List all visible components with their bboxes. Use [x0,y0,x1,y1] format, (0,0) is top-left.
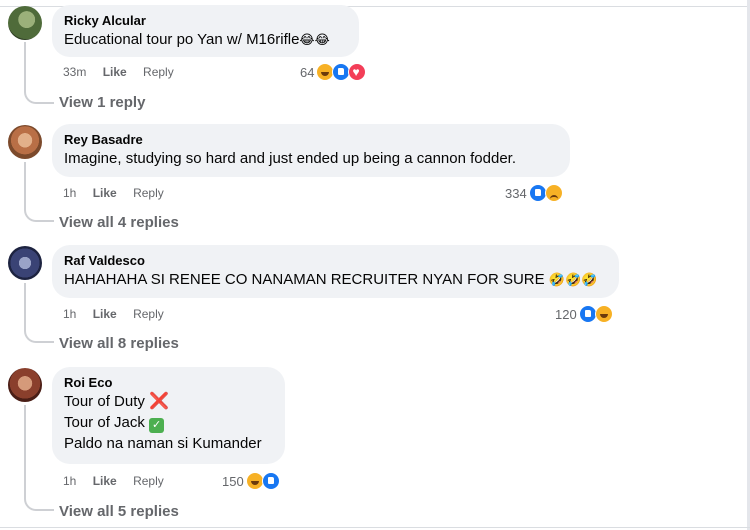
view-replies-link[interactable]: View all 4 replies [59,214,179,231]
reply-button[interactable]: Reply [133,474,164,488]
comment-text: Imagine, studying so hard and just ended… [64,150,516,167]
like-button[interactable]: Like [103,65,127,79]
reply-button[interactable]: Reply [133,186,164,200]
sad-icon [544,184,563,202]
bottom-divider [0,527,750,528]
thread-connector [24,208,54,222]
reaction-summary[interactable]: 120 [555,305,613,323]
comment-actions: 1h Like Reply [63,473,177,489]
reaction-summary[interactable]: 334 [505,184,563,202]
love-icon [348,63,367,81]
reaction-summary[interactable]: 150 [222,472,280,490]
view-replies-link[interactable]: View all 5 replies [59,503,179,520]
thread-connector [24,329,54,343]
comment-actions: 1h Like Reply [63,306,177,322]
comment-bubble: Ricky Alcular Educational tour po Yan w/… [52,5,359,57]
comment-time[interactable]: 1h [63,474,76,488]
comment-text: Educational tour po Yan w/ M16rifle😂😂 [64,31,330,48]
thread-line [24,162,26,210]
comment-bubble: Rey Basadre Imagine, studying so hard an… [52,124,570,177]
reaction-count: 120 [555,306,577,322]
avatar[interactable] [8,246,42,280]
view-replies-link[interactable]: View 1 reply [59,94,145,111]
like-button[interactable]: Like [93,307,117,321]
comment-author[interactable]: Raf Valdesco [64,252,607,269]
comment-time[interactable]: 1h [63,186,76,200]
thread-connector [24,90,54,104]
comment-actions: 1h Like Reply [63,185,177,201]
like-button[interactable]: Like [93,186,117,200]
like-button[interactable]: Like [93,474,117,488]
reaction-count: 150 [222,473,244,489]
thread-line [24,42,26,92]
reply-button[interactable]: Reply [143,65,174,79]
laughing-emoji-icon: 😂😂 [299,33,330,48]
comment-author[interactable]: Roi Eco [64,374,273,391]
rofl-emoji-icon: 🤣🤣🤣 [548,273,598,288]
comment-text-line: Paldo na naman si Kumander [64,435,262,452]
haha-icon [594,305,613,323]
reaction-count: 334 [505,185,527,201]
like-icon [261,472,280,490]
view-replies-link[interactable]: View all 8 replies [59,335,179,352]
comment-bubble: Roi Eco Tour of Duty ❌ Tour of Jack ✓ Pa… [52,367,285,464]
avatar[interactable] [8,368,42,402]
cross-mark-icon: ❌ [149,393,169,410]
comment-bubble: Raf Valdesco HAHAHAHA SI RENEE CO NANAMA… [52,245,619,298]
comment-time[interactable]: 33m [63,65,86,79]
reply-button[interactable]: Reply [133,307,164,321]
thread-line [24,283,26,331]
avatar[interactable] [8,6,42,40]
thread-line [24,405,26,499]
comment-actions: 33m Like Reply [63,64,187,80]
comment-text-line: Tour of Duty ❌ [64,393,169,410]
comment-text-line: Tour of Jack ✓ [64,412,273,433]
thread-connector [24,497,54,511]
reaction-count: 64 [300,64,315,80]
avatar[interactable] [8,125,42,159]
reaction-summary[interactable]: 64 [300,63,367,81]
comment-author[interactable]: Rey Basadre [64,131,558,148]
comment-time[interactable]: 1h [63,307,76,321]
comment-text: HAHAHAHA SI RENEE CO NANAMAN RECRUITER N… [64,271,598,288]
check-mark-icon: ✓ [149,418,165,433]
comment-author[interactable]: Ricky Alcular [64,12,347,29]
